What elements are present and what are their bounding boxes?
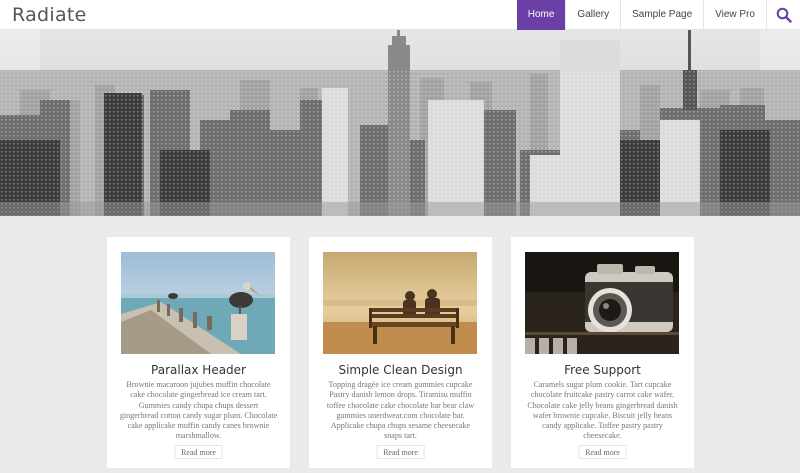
search-button[interactable] [766, 0, 800, 30]
read-more-button[interactable]: Read more [174, 445, 223, 459]
card-description: Caramels sugar plum cookie. Tart cupcake… [527, 380, 678, 441]
hero-banner [0, 30, 800, 216]
feature-card-parallax-header: Parallax Header Brownie macaroon jujubes… [107, 237, 290, 468]
main-nav: Home Gallery Sample Page View Pro [516, 0, 766, 30]
feature-card-free-support: Free Support Caramels sugar plum cookie.… [511, 237, 694, 468]
feature-card-simple-clean-design: Simple Clean Design Topping dragée ice c… [309, 237, 492, 468]
nav-item-sample-page[interactable]: Sample Page [620, 0, 703, 30]
vintage-camera-image [525, 252, 679, 354]
camera-photo [525, 252, 679, 354]
pelican-photo [121, 252, 275, 354]
card-title: Parallax Header [151, 363, 246, 377]
search-icon [776, 7, 792, 23]
card-description: Topping dragée ice cream gummies cupcake… [326, 380, 475, 441]
site-logo[interactable]: Radiate [12, 4, 87, 26]
bench-photo [323, 252, 477, 354]
card-description: Brownie macaroon jujubes muffin chocolat… [119, 380, 278, 441]
site-header: Radiate Home Gallery Sample Page View Pr… [0, 0, 800, 30]
nav-item-gallery[interactable]: Gallery [565, 0, 620, 30]
nav-item-home[interactable]: Home [516, 0, 566, 30]
pelican-image [121, 252, 275, 354]
couple-on-bench-image [323, 252, 477, 354]
read-more-button[interactable]: Read more [578, 445, 627, 459]
card-title: Simple Clean Design [338, 363, 463, 377]
city-skyline-image [0, 30, 800, 216]
card-title: Free Support [564, 363, 641, 377]
nav-item-view-pro[interactable]: View Pro [703, 0, 766, 30]
read-more-button[interactable]: Read more [376, 445, 425, 459]
